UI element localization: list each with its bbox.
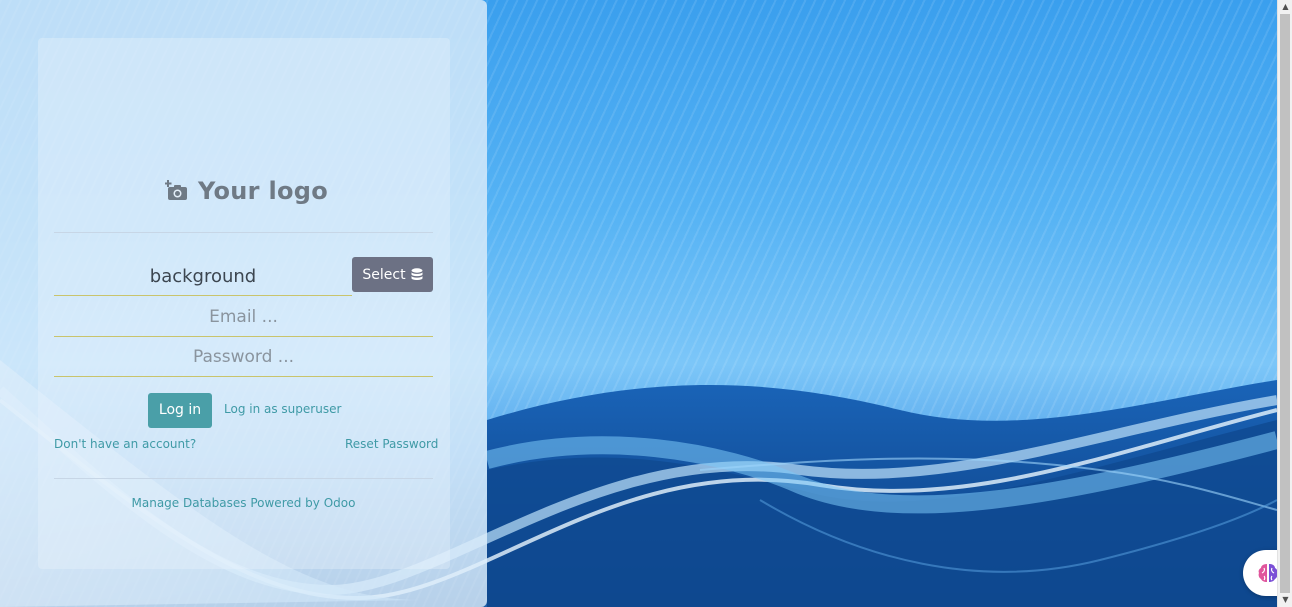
select-database-button[interactable]: Select <box>352 257 433 292</box>
company-logo: Your logo <box>165 174 328 208</box>
database-icon <box>411 267 423 280</box>
database-field[interactable]: background <box>54 258 352 296</box>
divider <box>54 232 433 233</box>
scrollbar-thumb[interactable] <box>1280 14 1290 593</box>
reset-password-link[interactable]: Reset Password <box>345 437 438 451</box>
scroll-down-arrow-icon[interactable]: ▼ <box>1278 593 1292 607</box>
footer: Manage Databases Powered by Odoo <box>54 496 433 510</box>
manage-databases-link[interactable]: Manage Databases <box>132 496 247 510</box>
vertical-scrollbar[interactable]: ▲ ▼ <box>1277 0 1292 607</box>
email-field[interactable] <box>54 297 433 337</box>
select-database-label: Select <box>362 266 406 283</box>
camera-plus-icon <box>165 180 187 200</box>
footer-divider <box>54 478 433 479</box>
logo-text: Your logo <box>198 177 329 205</box>
signup-link[interactable]: Don't have an account? <box>54 437 196 451</box>
login-as-superuser-link[interactable]: Log in as superuser <box>224 402 341 416</box>
login-button[interactable]: Log in <box>148 393 212 428</box>
password-field[interactable] <box>54 337 433 377</box>
scroll-up-arrow-icon[interactable]: ▲ <box>1278 0 1292 14</box>
login-panel: Your logo background Select Log in Log i… <box>0 0 487 607</box>
powered-by-link[interactable]: Powered by Odoo <box>250 496 355 510</box>
